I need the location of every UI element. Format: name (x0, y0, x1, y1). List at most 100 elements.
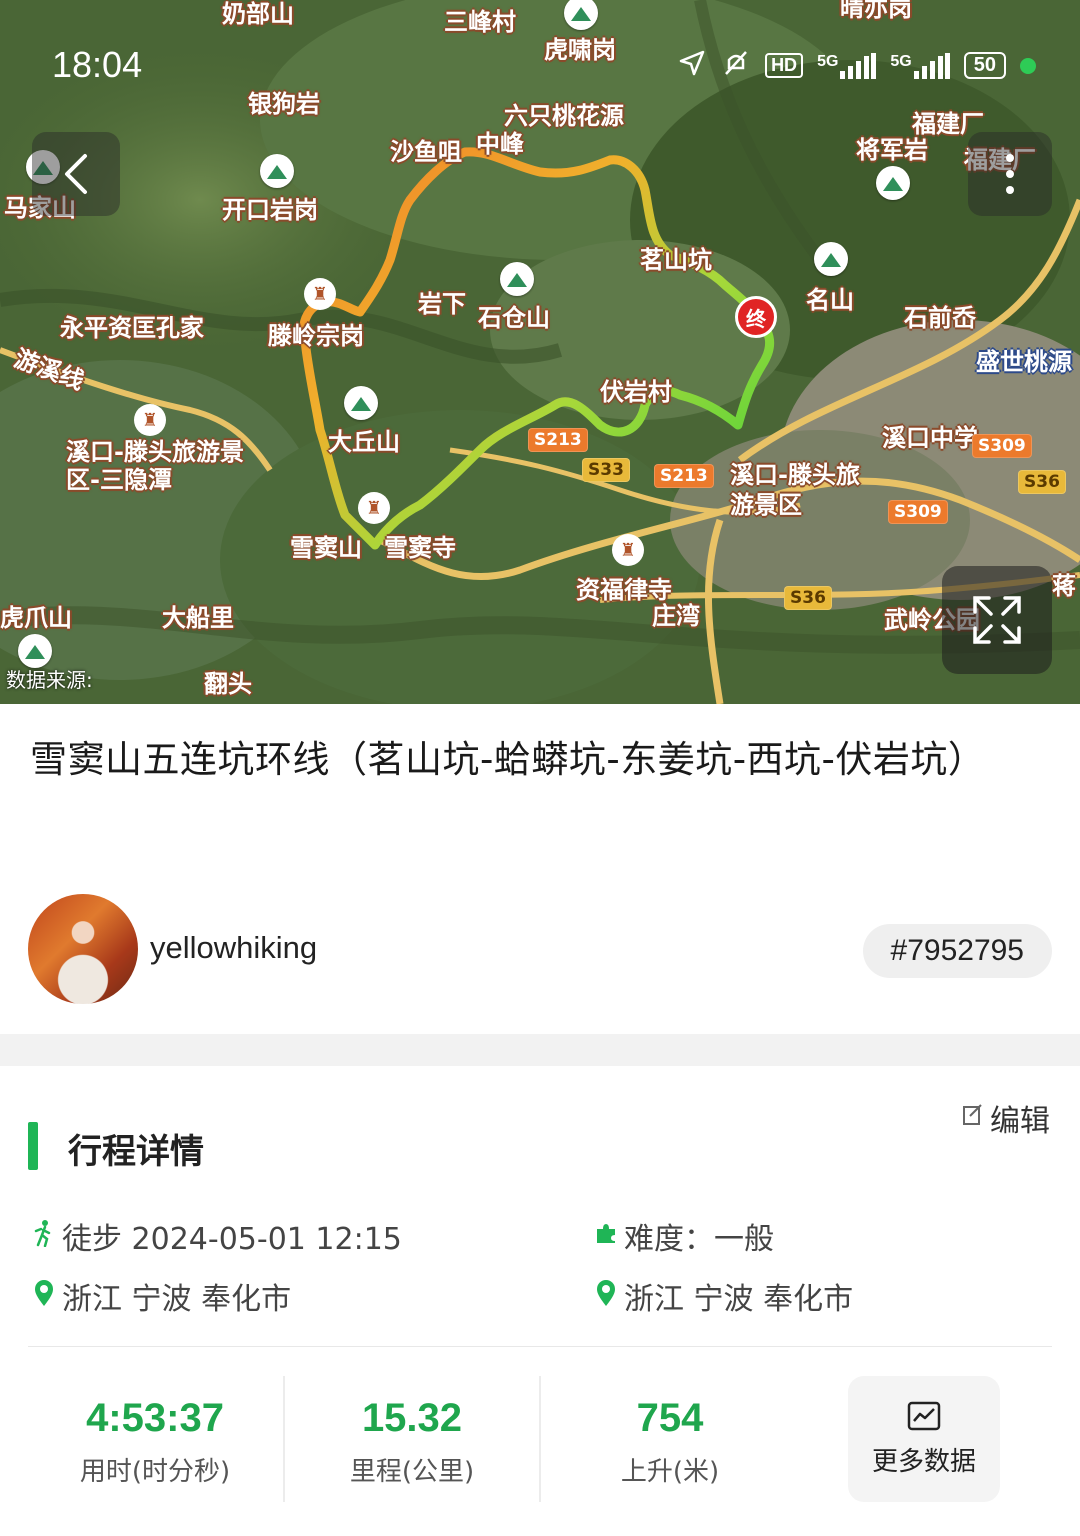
map-label: 岩下 (418, 290, 466, 318)
track-id-badge[interactable]: #7952795 (862, 924, 1052, 978)
expand-icon (973, 596, 1021, 644)
back-button[interactable] (32, 132, 120, 216)
stat-value: 15.32 (361, 1396, 463, 1440)
status-icons: HD 5G 5G 50 (677, 48, 1036, 83)
end-location-info: 浙江 宁波 奉化市 (594, 1274, 853, 1318)
signal-5g-2: 5G (890, 52, 950, 79)
more-data-button[interactable]: 更多数据 (848, 1376, 1000, 1502)
end-location-text: 浙江 宁波 奉化市 (624, 1282, 854, 1317)
chevron-left-icon (65, 154, 87, 194)
map-label: 奶部山 (222, 0, 294, 28)
map-label: 茗山坑 (640, 246, 712, 274)
stat-duration: 4:53:37 用时(时分秒) (30, 1396, 280, 1488)
map-label: 庄湾 (652, 602, 700, 630)
map-label: 大丘山 (328, 428, 400, 456)
map-label: 滕岭宗岗 (268, 322, 364, 350)
route-title: 雪窦山五连坑环线（茗山坑-蛤蟒坑-东姜坑-西坑-伏岩坑） (30, 738, 986, 781)
stat-value: 754 (636, 1396, 704, 1440)
mountain-icon (18, 634, 52, 668)
start-location-info: 浙江 宁波 奉化市 (32, 1274, 291, 1318)
road-badge: S36 (784, 586, 832, 610)
map-label: 石前岙 (904, 304, 976, 332)
clock: 18:04 (52, 44, 143, 85)
stat-ascent: 754 上升(米) (545, 1396, 795, 1488)
more-data-label: 更多数据 (871, 1446, 976, 1477)
route-map[interactable]: 奶部山 三峰村 虎啸岗 晴亦岗 银狗岩 六只桃花源 沙鱼咀 中峰 马家山 开口岩… (0, 0, 1080, 704)
map-label: 雪窦寺 (384, 534, 456, 562)
battery-indicator: 50 (963, 52, 1006, 79)
map-label: 石仓山 (478, 304, 550, 332)
map-label: 溪口-滕头旅游景区 (730, 461, 860, 519)
details-divider (28, 1346, 1052, 1347)
map-label: 溪口-滕头旅游景区-三隐潭 (66, 438, 244, 494)
road-badge: S213 (654, 464, 714, 488)
mountain-icon (876, 166, 910, 200)
puzzle-icon (594, 1221, 618, 1251)
map-label: 将军岩 (856, 136, 928, 164)
stat-separator (539, 1376, 541, 1502)
map-label: 三峰村 (444, 8, 516, 36)
route-end-marker[interactable]: 终 (735, 296, 777, 338)
map-label: 永平资匡孔家 (60, 314, 204, 342)
temple-icon: ♜ (612, 534, 644, 566)
signal-5g-1: 5G (817, 52, 877, 79)
location-arrow-icon (677, 48, 707, 83)
mountain-icon (814, 242, 848, 276)
map-label: 中峰 (476, 130, 524, 158)
edit-button[interactable]: 编辑 (962, 1096, 1050, 1140)
stat-distance: 15.32 里程(公里) (287, 1396, 537, 1488)
difficulty-info: 难度：一般 (594, 1214, 774, 1258)
section-title: 行程详情 (68, 1132, 204, 1172)
mute-icon (721, 48, 751, 83)
hd-badge: HD (765, 53, 804, 78)
map-label: 雪窦山 (290, 534, 362, 562)
activity-text: 徒步 2024-05-01 12:15 (62, 1222, 402, 1257)
map-label: 虎爪山 (0, 604, 72, 632)
stat-label: 用时(时分秒) (79, 1457, 231, 1487)
map-label: 大船里 (162, 604, 234, 632)
status-bar: 18:04 HD 5G 5G 50 (0, 40, 1080, 92)
username[interactable]: yellowhiking (150, 930, 317, 966)
map-label: 溪口中学 (882, 424, 978, 452)
map-label: 名山 (806, 286, 854, 314)
map-label: 开口岩岗 (222, 196, 318, 224)
activity-info: 徒步 2024-05-01 12:15 (32, 1214, 402, 1258)
hiking-icon (32, 1219, 56, 1253)
road-badge: S213 (528, 428, 588, 452)
road-badge: S309 (888, 500, 948, 524)
road-badge: S33 (582, 458, 630, 482)
mountain-icon (500, 262, 534, 296)
start-pin-icon (32, 1279, 56, 1313)
end-pin-icon (594, 1279, 618, 1313)
mountain-icon (344, 386, 378, 420)
edit-label: 编辑 (990, 1104, 1050, 1139)
difficulty-text: 难度：一般 (624, 1222, 774, 1257)
stat-label: 上升(米) (620, 1457, 720, 1487)
section-accent-bar (28, 1122, 38, 1170)
map-label: 晴亦岗 (840, 0, 912, 22)
chart-icon (907, 1401, 941, 1430)
stat-label: 里程(公里) (349, 1457, 475, 1487)
map-label: 盛世桃源 (976, 348, 1072, 376)
temple-icon: ♜ (304, 278, 336, 310)
map-label: 沙鱼咀 (390, 138, 462, 166)
road-badge: S309 (972, 434, 1032, 458)
edit-icon (962, 1104, 984, 1132)
map-label: 蒋 (1052, 572, 1076, 600)
temple-icon: ♜ (358, 492, 390, 524)
temple-icon: ♜ (134, 404, 166, 436)
start-location-text: 浙江 宁波 奉化市 (62, 1282, 292, 1317)
stat-value: 4:53:37 (86, 1396, 224, 1440)
vertical-dots-icon (1006, 154, 1014, 194)
signal-bars-icon (840, 52, 877, 79)
more-menu-button[interactable] (968, 132, 1052, 216)
fullscreen-button[interactable] (942, 566, 1052, 674)
privacy-dot-icon (1020, 57, 1036, 74)
mountain-icon (260, 154, 294, 188)
stat-separator (283, 1376, 285, 1502)
map-label: 翻头 (204, 670, 252, 698)
signal-bars-icon (913, 52, 950, 79)
section-divider (0, 1034, 1080, 1066)
avatar[interactable] (28, 894, 138, 1004)
data-source-label: 数据来源: (6, 668, 93, 692)
